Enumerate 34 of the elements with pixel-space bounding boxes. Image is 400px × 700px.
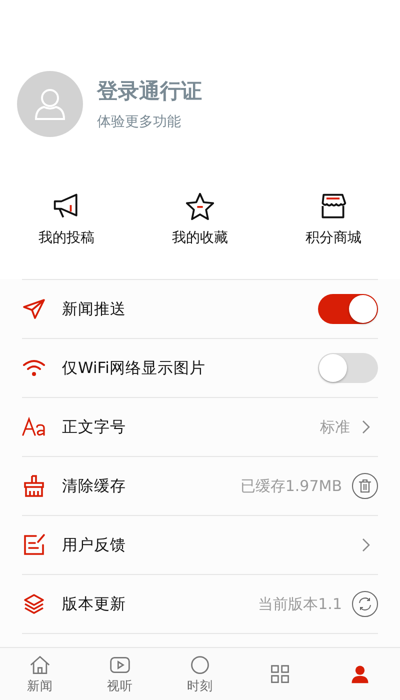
toggle-switch[interactable] (318, 294, 378, 324)
broom-icon (22, 474, 46, 498)
chevron-right-icon (362, 420, 370, 434)
shortcut-label[interactable]: 积分商城 (305, 229, 362, 247)
chevron-right-icon (362, 538, 370, 552)
layers-icon (22, 592, 46, 616)
trash-button[interactable] (352, 473, 378, 499)
font-size-icon (22, 415, 46, 439)
star-icon (184, 191, 215, 221)
trash-icon (357, 478, 373, 494)
shortcut-label[interactable]: 我的投稿 (38, 229, 95, 247)
toggle-switch[interactable] (318, 353, 378, 383)
setting-label[interactable]: 正文字号 (62, 416, 320, 438)
paper-plane-icon (22, 297, 46, 321)
home-icon (29, 654, 51, 676)
login-subtitle: 体验更多功能 (97, 113, 182, 131)
shortcut-label[interactable]: 我的收藏 (172, 229, 228, 247)
user-icon (349, 663, 371, 685)
setting-value: 已缓存1.97MB (240, 476, 342, 496)
setting-label[interactable]: 仅WiFi网络显示图片 (62, 358, 318, 378)
setting-value: 标准 (320, 418, 350, 436)
grid-icon (269, 663, 291, 685)
refresh-button[interactable] (352, 591, 378, 617)
nav-tab[interactable]: 新闻 (0, 648, 80, 700)
setting-label[interactable]: 用户反馈 (62, 534, 360, 556)
setting-label[interactable]: 版本更新 (62, 594, 258, 614)
nav-tab[interactable]: 视听 (80, 648, 160, 700)
refresh-icon (357, 596, 373, 612)
nav-tab[interactable]: 时刻 (160, 648, 240, 700)
setting-label[interactable]: 新闻推送 (62, 298, 318, 320)
setting-label[interactable]: 清除缓存 (62, 476, 240, 496)
edit-note-icon (22, 533, 46, 557)
login-title[interactable]: 登录通行证 (97, 77, 202, 105)
setting-value: 当前版本1.1 (258, 594, 342, 614)
